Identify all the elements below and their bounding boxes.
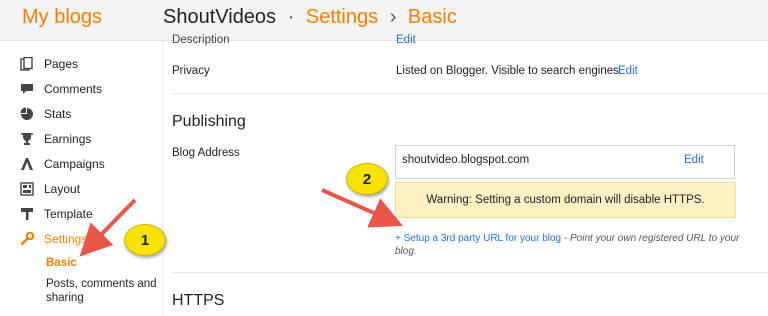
earnings-icon xyxy=(20,132,34,146)
settings-main: Description Edit Privacy Listed on Blogg… xyxy=(163,34,768,316)
sidebar-subitem-posts-comments-sharing[interactable]: Posts, comments and sharing xyxy=(46,277,158,305)
breadcrumb-settings[interactable]: Settings xyxy=(306,6,378,28)
settings-icon xyxy=(20,231,35,246)
sidebar: Pages Comments Stats Earnings Campaigns … xyxy=(0,41,163,316)
stats-icon xyxy=(20,107,34,121)
sidebar-item-campaigns[interactable]: Campaigns xyxy=(20,153,105,175)
setup-third-party-url-link[interactable]: + Setup a 3rd party URL for your blog xyxy=(395,233,561,244)
sidebar-item-pages[interactable]: Pages xyxy=(20,53,78,75)
sidebar-item-label: Template xyxy=(44,207,93,221)
breadcrumb-arrow: › xyxy=(389,6,397,28)
sidebar-item-settings[interactable]: Settings xyxy=(20,228,87,250)
sidebar-item-label: Layout xyxy=(44,182,81,196)
top-bar: My blogs ShoutVideos · Settings › Basic xyxy=(0,0,768,41)
breadcrumb-separator: · xyxy=(287,6,295,28)
https-title: HTTPS xyxy=(172,292,225,309)
setup-third-party-url: + Setup a 3rd party URL for your blog - … xyxy=(395,232,745,258)
description-label: Description xyxy=(172,34,230,46)
privacy-label: Privacy xyxy=(172,65,210,77)
sidebar-item-label: Stats xyxy=(44,107,72,121)
https-warning: Warning: Setting a custom domain will di… xyxy=(395,182,736,218)
campaigns-icon xyxy=(20,157,34,171)
breadcrumb: ShoutVideos · Settings › Basic xyxy=(163,6,457,29)
breadcrumb-basic: Basic xyxy=(407,6,457,28)
sidebar-subitem-basic[interactable]: Basic xyxy=(46,256,77,270)
description-edit-link[interactable]: Edit xyxy=(396,34,416,46)
sidebar-item-stats[interactable]: Stats xyxy=(20,103,71,125)
pages-icon xyxy=(20,56,34,71)
sidebar-item-label: Settings xyxy=(44,232,88,246)
sidebar-item-label: Comments xyxy=(44,82,103,96)
annotation-bubble-1: 1 xyxy=(124,224,166,256)
breadcrumb-blog-name[interactable]: ShoutVideos xyxy=(163,6,276,28)
blog-address-label: Blog Address xyxy=(172,147,240,159)
layout-icon xyxy=(20,182,34,196)
sidebar-item-layout[interactable]: Layout xyxy=(20,178,80,200)
comments-icon xyxy=(20,82,34,96)
divider xyxy=(172,272,768,273)
publishing-title: Publishing xyxy=(172,113,246,130)
sidebar-item-label: Earnings xyxy=(44,132,92,146)
sidebar-item-label: Campaigns xyxy=(44,157,105,171)
annotation-bubble-2: 2 xyxy=(346,163,388,195)
divider xyxy=(172,93,768,94)
blog-address-value: shoutvideo.blogspot.com xyxy=(402,154,530,166)
privacy-edit-link[interactable]: Edit xyxy=(618,65,638,77)
blog-address-edit-link[interactable]: Edit xyxy=(684,154,704,166)
sidebar-item-template[interactable]: Template xyxy=(20,203,93,225)
blog-address-box: shoutvideo.blogspot.com Edit xyxy=(395,145,735,179)
sidebar-item-comments[interactable]: Comments xyxy=(20,78,102,100)
my-blogs-link[interactable]: My blogs xyxy=(22,6,102,29)
template-icon xyxy=(20,207,34,221)
sidebar-item-earnings[interactable]: Earnings xyxy=(20,128,91,150)
sidebar-item-label: Pages xyxy=(44,57,79,71)
privacy-value: Listed on Blogger. Visible to search eng… xyxy=(396,65,623,77)
